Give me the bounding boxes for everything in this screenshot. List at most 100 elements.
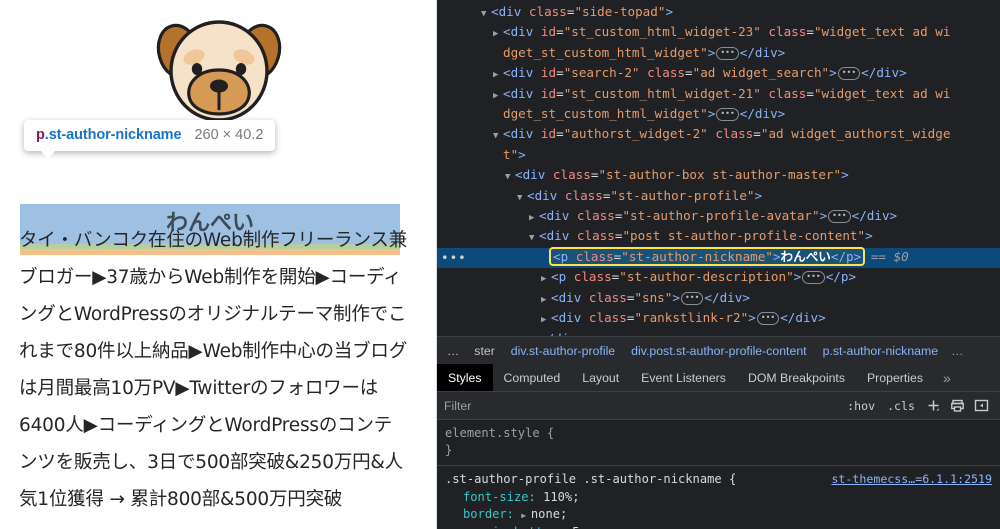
hov-toggle[interactable]: :hov: [841, 399, 881, 413]
css-declaration[interactable]: margin-bottom: 5px;: [445, 524, 992, 529]
chevron-right-icon[interactable]: ▶: [541, 291, 551, 309]
styles-filter-bar[interactable]: Filter :hov .cls: [437, 392, 1000, 420]
css-source-link[interactable]: st-themecss…=6.1.1:2519: [823, 471, 992, 488]
chevron-right-icon[interactable]: ▶: [493, 66, 503, 84]
dom-node[interactable]: ▼ <div class="st-author-box st-author-mas…: [437, 166, 1000, 186]
sidebar-tab-bar[interactable]: Styles Computed Layout Event Listeners DOM B…: [437, 364, 1000, 392]
dom-token: <p: [551, 269, 574, 285]
chevron-down-icon[interactable]: ▼: [493, 127, 503, 145]
css-selector[interactable]: .st-author-profile .st-author-nickname {: [445, 471, 736, 488]
dom-node-selected[interactable]: ••• <p class="st-author-nickname">わんぺい</…: [437, 246, 1000, 269]
chevron-right-icon[interactable]: ▶: [541, 270, 551, 288]
dom-node[interactable]: ▼ <div class="post st-author-profile-cont…: [437, 227, 1000, 247]
dom-token: "st-author-profile": [610, 187, 755, 203]
dom-token: <div: [539, 208, 577, 224]
filter-input[interactable]: Filter: [444, 399, 841, 413]
css-rule[interactable]: element.style {}: [437, 424, 1000, 462]
dom-node[interactable]: ▶ <div id="st_custom_html_widget-21" clas…: [437, 85, 1000, 105]
css-rule[interactable]: .st-author-profile .st-author-nickname {…: [437, 465, 1000, 529]
dom-token: >: [819, 208, 828, 224]
chevron-right-icon[interactable]: ▶: [541, 311, 551, 329]
dom-node[interactable]: ▶ <div id="search-2" class="ad widget_sea…: [437, 64, 1000, 84]
console-ref-marker: == $0: [863, 248, 909, 264]
tab-layout[interactable]: Layout: [571, 364, 630, 391]
dom-node[interactable]: dget_st_custom_html_widget"> ••• </div>: [437, 44, 1000, 64]
tab-event-listeners[interactable]: Event Listeners: [630, 364, 737, 391]
dom-node[interactable]: ▶ <div class="sns"> ••• </div>: [437, 289, 1000, 309]
dom-token: "ad widget_search": [692, 65, 830, 81]
dom-token: <div: [551, 289, 589, 305]
chevron-down-icon[interactable]: ▼: [517, 189, 527, 207]
dom-node[interactable]: </div>: [437, 330, 1000, 337]
chevron-down-icon[interactable]: ▼: [505, 168, 515, 186]
dom-token: >: [829, 65, 837, 81]
dom-token: </div>: [539, 331, 585, 337]
dom-token: "sns": [634, 289, 673, 305]
chevron-right-icon[interactable]: ▶: [529, 209, 539, 227]
dom-token: "rankstlink-r2": [634, 310, 749, 326]
chevron-right-icon[interactable]: ▶: [521, 511, 531, 520]
css-selector[interactable]: element.style {: [445, 425, 554, 442]
dom-node[interactable]: ▼ <div class="st-author-profile">: [437, 187, 1000, 207]
breadcrumb-item[interactable]: …: [441, 344, 466, 358]
print-media-icon[interactable]: [945, 396, 969, 416]
dom-token: >: [754, 187, 763, 203]
dom-token: <div: [515, 167, 553, 183]
breadcrumb-item[interactable]: ster: [466, 344, 503, 358]
dom-node[interactable]: ▶ <p class="st-author-description"> ••• </p…: [437, 268, 1000, 288]
css-declaration[interactable]: font-size: 110%;: [445, 489, 992, 506]
dom-token: >: [865, 228, 873, 244]
breadcrumb[interactable]: … ster div.st-author-profile div.post.st-au…: [437, 336, 1000, 364]
dom-node[interactable]: ▶ <div class="st-author-profile-avatar"> •…: [437, 207, 1000, 227]
dom-node-text: </div>: [437, 330, 1000, 337]
chevron-down-icon[interactable]: ▼: [529, 229, 539, 247]
author-avatar: [0, 0, 436, 132]
dom-token: "post st-author-profile-content": [622, 228, 866, 244]
breadcrumb-item[interactable]: div.st-author-profile: [503, 344, 623, 358]
dom-token: <div: [503, 126, 541, 142]
dom-node[interactable]: t">: [437, 146, 1000, 166]
css-property-name[interactable]: font-size:: [463, 490, 543, 504]
tab-dom-breakpoints[interactable]: DOM Breakpoints: [737, 364, 856, 391]
dom-token: わんぺい: [780, 248, 831, 264]
dom-token: >: [772, 248, 781, 264]
dom-node-text: ▶ <div class="st-author-profile-avatar"> •…: [437, 207, 1000, 227]
dom-token: =: [685, 65, 693, 81]
chevron-right-icon[interactable]: ▶: [493, 87, 503, 105]
dom-token: </div>: [780, 310, 826, 326]
css-rule-close-brace: }: [445, 443, 453, 458]
dom-token: class: [576, 208, 615, 224]
css-property-value[interactable]: 5px;: [572, 525, 601, 529]
chevron-down-icon[interactable]: ▼: [481, 5, 491, 23]
tabs-overflow-icon[interactable]: »: [934, 364, 960, 391]
tab-computed[interactable]: Computed: [493, 364, 572, 391]
dom-node[interactable]: ▶ <div id="st_custom_html_widget-23" clas…: [437, 23, 1000, 43]
collapsed-children-icon: •••: [756, 312, 780, 326]
chevron-right-icon[interactable]: ▶: [493, 25, 503, 43]
dom-token: >: [707, 106, 716, 122]
dom-tree[interactable]: ▼ <div class="side-topad"> ▶ <div id="st_cu…: [437, 0, 1000, 336]
plus-icon[interactable]: [921, 396, 945, 416]
dom-token: </p>: [825, 269, 857, 285]
css-property-name[interactable]: border:: [463, 507, 521, 521]
page-preview-pane: わんぺい p.st-author-nickname 260 × 40.2 タイ・…: [0, 0, 437, 529]
tab-styles[interactable]: Styles: [437, 364, 493, 391]
css-declaration[interactable]: border: ▶ none;: [445, 506, 992, 524]
dom-node[interactable]: ▼ <div id="authorst_widget-2" class="ad w…: [437, 125, 1000, 145]
dom-token: >: [665, 4, 674, 19]
breadcrumb-item[interactable]: div.post.st-author-profile-content: [623, 344, 814, 358]
tab-properties[interactable]: Properties: [856, 364, 934, 391]
element-inspect-tooltip: p.st-author-nickname 260 × 40.2: [24, 120, 276, 159]
cls-toggle[interactable]: .cls: [881, 399, 921, 413]
breadcrumb-item[interactable]: …: [946, 344, 969, 358]
dom-node[interactable]: ▶ <div class="rankstlink-r2"> ••• </div>: [437, 309, 1000, 329]
css-property-value[interactable]: 110%;: [543, 490, 579, 504]
dom-node[interactable]: ▼ <div class="side-topad">: [437, 3, 1000, 23]
breadcrumb-item[interactable]: p.st-author-nickname: [815, 344, 947, 358]
toggle-sidebar-icon[interactable]: [969, 396, 993, 416]
styles-rules-list[interactable]: element.style {} .st-author-profile .st-a…: [437, 420, 1000, 529]
css-property-name[interactable]: margin-bottom:: [463, 525, 572, 529]
dom-node[interactable]: dget_st_custom_html_widget"> ••• </div>: [437, 105, 1000, 125]
css-property-value[interactable]: none;: [531, 507, 567, 521]
dom-node-text: ▼ <div id="authorst_widget-2" class="ad w…: [437, 125, 1000, 145]
